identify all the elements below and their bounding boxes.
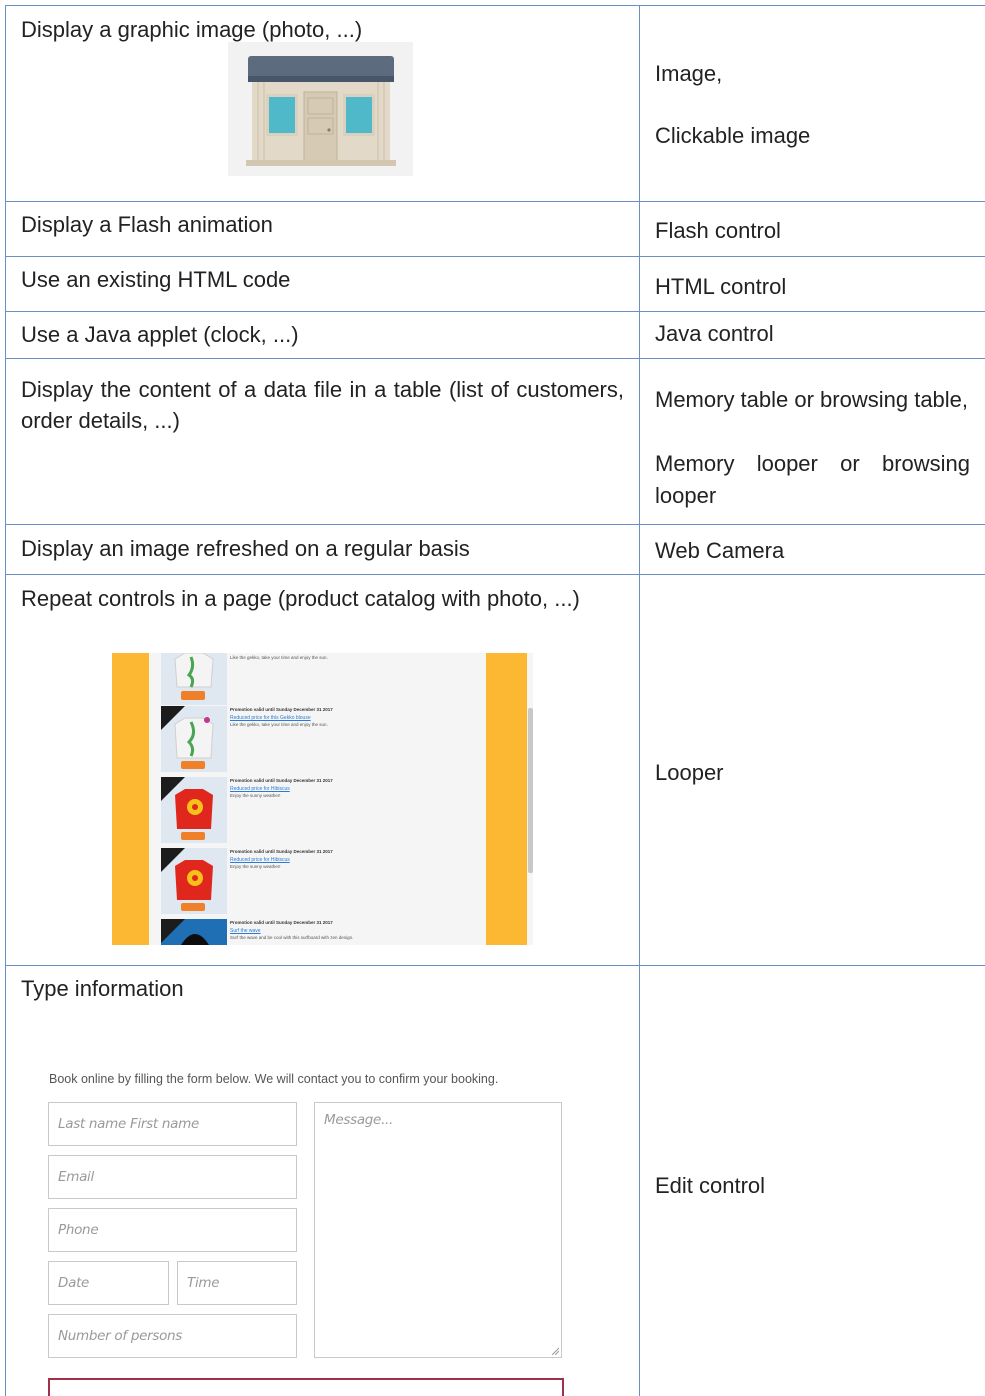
row-java-description: Use a Java applet (clock, ...) <box>21 322 299 347</box>
resize-handle-icon[interactable] <box>551 1347 559 1355</box>
row-divider <box>5 965 985 966</box>
hibiscus-shirt-thumbnail <box>161 848 227 914</box>
row-html-description: Use an existing HTML code <box>21 267 291 292</box>
hibiscus-shirt-thumbnail <box>161 777 227 843</box>
message-placeholder: Message... <box>324 1112 394 1128</box>
phone-field[interactable]: Phone <box>48 1208 297 1252</box>
row-flash-control: Flash control <box>655 218 781 243</box>
row-divider <box>5 201 985 202</box>
row-divider <box>5 524 985 525</box>
looper-item: Promotion valid until Sunday December 31… <box>161 919 481 945</box>
looper-item-promotion: Promotion valid until Sunday December 31… <box>230 707 333 712</box>
persons-field[interactable]: Number of persons <box>48 1314 297 1358</box>
looper-item-description: Enjoy the sunny weather! <box>230 793 281 798</box>
looper-item-link[interactable]: Reduced price for Hibiscus <box>230 857 290 863</box>
row-divider <box>5 358 985 359</box>
row-image-control-2: Clickable image <box>655 123 811 148</box>
row-table-control-1: Memory table or browsing table, <box>655 387 969 412</box>
row-image-description: Display a graphic image (photo, ...) <box>21 17 363 42</box>
shop-image <box>228 42 413 176</box>
looper-item-description: Surf the wave and be cool with this surf… <box>230 935 354 940</box>
surfboard-thumbnail <box>161 919 227 945</box>
row-looper-control: Looper <box>655 760 724 785</box>
looper-item-promotion: Promotion valid until Sunday December 31… <box>230 778 333 783</box>
looper-item: Promotion valid until Sunday December 31… <box>161 777 481 845</box>
looper-item-promotion: Promotion valid until Sunday December 31… <box>230 920 333 925</box>
looper-scrollbar[interactable] <box>528 708 533 873</box>
row-flash-description: Display a Flash animation <box>21 212 273 237</box>
looper-item-promotion: Promotion valid until Sunday December 31… <box>230 849 333 854</box>
row-edit-control: Edit control <box>655 1173 766 1198</box>
looper-side-band-right <box>486 653 527 945</box>
row-webcam-description: Display an image refreshed on a regular … <box>21 536 470 561</box>
row-divider <box>5 574 985 575</box>
gekko-blouse-thumbnail <box>161 706 227 772</box>
gekko-shirt-thumbnail <box>161 653 227 705</box>
message-textarea[interactable]: Message... <box>314 1102 562 1358</box>
looper-item-description: Enjoy the sunny weather! <box>230 864 281 869</box>
date-field[interactable]: Date <box>48 1261 169 1305</box>
table-border-left <box>5 5 6 1396</box>
row-webcam-control: Web Camera <box>655 538 785 563</box>
booking-form-intro: Book online by filling the form below. W… <box>49 1072 499 1086</box>
email-field[interactable]: Email <box>48 1155 297 1199</box>
time-field[interactable]: Time <box>177 1261 297 1305</box>
submit-button[interactable] <box>48 1378 564 1396</box>
table-border-top <box>5 5 985 6</box>
looper-item: Promotion valid until Sunday December 31… <box>161 706 481 774</box>
row-looper-description: Repeat controls in a page (product catal… <box>21 586 580 611</box>
row-divider <box>5 311 985 312</box>
row-html-control: HTML control <box>655 274 787 299</box>
shop-icon <box>246 56 396 166</box>
looper-screenshot: Like the gekko, take your time and enjoy… <box>112 653 533 945</box>
looper-item: Like the gekko, take your time and enjoy… <box>161 653 481 707</box>
row-edit-description: Type information <box>21 976 184 1001</box>
looper-item-description: Like the gekko, take your time and enjoy… <box>230 655 328 660</box>
name-field[interactable]: Last name First name <box>48 1102 297 1146</box>
looper-item-description: Like the gekko, take your time and enjoy… <box>230 722 328 727</box>
looper-item-link[interactable]: Reduced price for this Gekko blouse <box>230 715 311 721</box>
table-column-divider <box>639 5 640 1396</box>
looper-item-link[interactable]: Reduced price for Hibiscus <box>230 786 290 792</box>
looper-side-band-left <box>112 653 149 945</box>
row-table-control-2: Memory looper or browsing looper <box>655 451 970 508</box>
row-table-description: Display the content of a data file in a … <box>21 377 624 433</box>
row-divider <box>5 256 985 257</box>
row-java-control: Java control <box>655 321 774 346</box>
looper-item-link[interactable]: Surf the wave <box>230 928 261 934</box>
row-image-control-1: Image, <box>655 61 723 86</box>
looper-item: Promotion valid until Sunday December 31… <box>161 848 481 916</box>
